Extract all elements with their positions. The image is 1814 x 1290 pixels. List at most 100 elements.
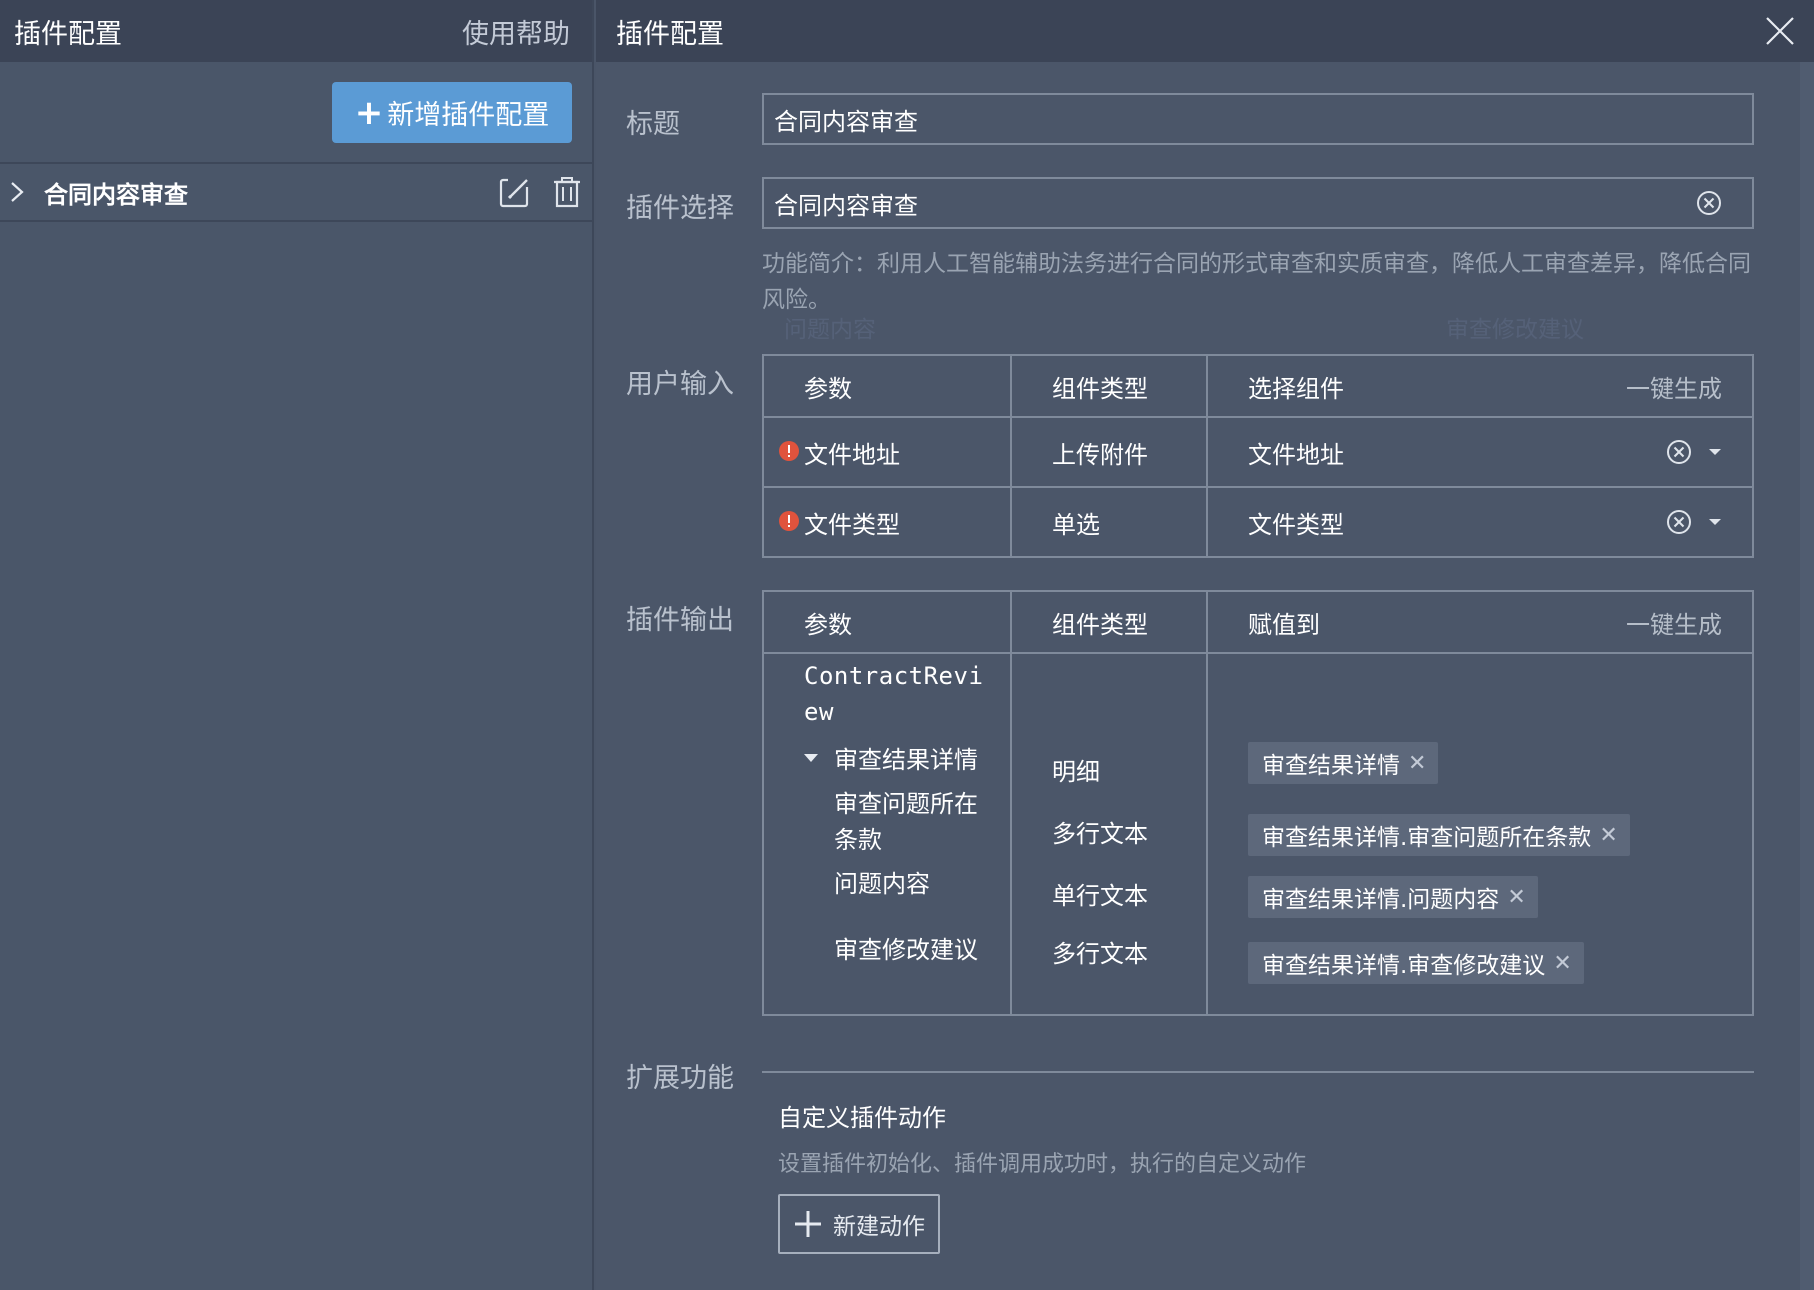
component-type: 多行文本 [1052,820,1148,848]
plugin-select-label: 插件选择 [626,193,734,224]
plus-icon: + [354,92,384,133]
column-header: 参数 [763,355,1012,418]
title-label: 标题 [626,109,680,140]
output-body-row: ContractRevi ew 审查结果详情 审查问题所在 条款 问题内容 审查… [763,653,1753,1015]
clear-icon[interactable] [1696,190,1722,216]
column-header-label: 赋值到 [1248,610,1320,639]
caret-down-icon[interactable] [1708,517,1722,527]
output-param-row: 问题内容 [834,864,930,899]
scrollbar[interactable] [1800,62,1814,1290]
output-assign-column: 审查结果详情 ✕ 审查结果详情.审查问题所在条款 ✕ 审查结果详情.问题内容 ✕… [1207,653,1753,1015]
output-param-column: ContractRevi ew 审查结果详情 审查问题所在 条款 问题内容 审查… [763,653,1012,1015]
title-input-value: 合同内容审查 [774,107,918,136]
new-action-button[interactable]: 新建动作 [778,1194,940,1254]
custom-action-title: 自定义插件动作 [778,1104,946,1132]
caret-down-icon[interactable] [1708,447,1722,457]
ghost-text: 审查修改建议 [1446,317,1584,343]
table-header-row: 参数 组件类型 赋值到 一键生成 [763,591,1753,654]
plugin-config-panel: 插件配置 标题 合同内容审查 插件选择 合同内容审查 功能简介：利用人工智能辅助… [596,0,1814,1290]
plugin-list-panel: 插件配置 使用帮助 + 新增插件配置 合同内容审查 [0,0,594,1290]
plugin-list-item[interactable]: 合同内容审查 [0,162,592,222]
component-type: 单行文本 [1052,882,1148,910]
assign-tag-label: 审查结果详情.问题内容 [1262,887,1500,913]
select-component-value: 文件类型 [1248,510,1344,539]
add-button-area: + 新增插件配置 [0,62,592,162]
output-root-param-line: ew [804,698,834,726]
select-component-value: 文件地址 [1248,440,1344,469]
close-icon[interactable] [1764,15,1796,47]
column-header: 选择组件 一键生成 [1207,355,1753,418]
output-param-name: 审查结果详情 [834,746,978,774]
assign-tag[interactable]: 审查结果详情.问题内容 ✕ [1248,876,1538,918]
required-icon [779,441,799,461]
output-param-row[interactable]: 审查结果详情 [804,740,978,775]
section-divider [762,1071,1754,1073]
left-panel-header: 插件配置 使用帮助 [0,0,592,62]
right-panel-header: 插件配置 [596,0,1814,62]
plugin-select-value: 合同内容审查 [774,191,918,220]
add-plugin-config-button[interactable]: + 新增插件配置 [332,82,572,143]
output-type-column: 明细 多行文本 单行文本 多行文本 [1011,653,1208,1015]
remove-tag-icon[interactable]: ✕ [1408,751,1426,776]
assign-tag-label: 审查结果详情.审查问题所在条款 [1262,825,1592,851]
ghost-text: 问题内容 [784,317,876,343]
assign-tag[interactable]: 审查结果详情.审查修改建议 ✕ [1248,942,1584,984]
column-header: 赋值到 一键生成 [1207,591,1753,654]
right-panel-title: 插件配置 [616,18,724,50]
help-link[interactable]: 使用帮助 [462,12,570,51]
component-type: 多行文本 [1052,940,1148,968]
left-panel-title: 插件配置 [14,18,122,50]
title-input[interactable]: 合同内容审查 [762,93,1754,145]
clear-icon[interactable] [1666,509,1692,535]
plugin-select[interactable]: 合同内容审查 [762,177,1754,229]
output-param-name: 问题内容 [834,870,930,898]
auto-generate-link[interactable]: 一键生成 [1626,605,1722,640]
param-name: 文件类型 [804,510,900,539]
table-header-row: 参数 组件类型 选择组件 一键生成 [763,355,1753,418]
param-cell: 文件地址 [763,417,1012,487]
output-root-param-line: ContractRevi [804,662,984,690]
component-type: 单选 [1011,486,1208,557]
trash-icon[interactable] [550,175,584,209]
param-name: 文件地址 [804,440,900,469]
plugin-output-label: 插件输出 [626,605,734,636]
table-row: 文件类型 单选 文件类型 [763,486,1753,557]
output-param-name-line: 审查问题所在 [834,790,978,818]
select-component[interactable]: 文件地址 [1207,417,1753,487]
assign-tag-label: 审查结果详情 [1262,753,1400,779]
clear-icon[interactable] [1666,439,1692,465]
column-header: 参数 [763,591,1012,654]
auto-generate-link[interactable]: 一键生成 [1626,369,1722,404]
required-icon [779,511,799,531]
plugin-description: 功能简介：利用人工智能辅助法务进行合同的形式审查和实质审查，降低人工审查差异，降… [762,251,1751,313]
component-type: 上传附件 [1011,417,1208,487]
new-action-label: 新建动作 [833,1214,925,1240]
output-param-name-line: 条款 [834,826,882,854]
assign-tag[interactable]: 审查结果详情 ✕ [1248,742,1439,784]
remove-tag-icon[interactable]: ✕ [1599,823,1617,848]
output-root-param: ContractRevi ew [804,658,983,730]
extension-label: 扩展功能 [626,1063,734,1094]
chevron-right-icon[interactable] [8,180,26,204]
output-param-row: 审查问题所在 条款 [834,786,978,858]
component-type: 明细 [1052,758,1100,786]
output-param-row: 审查修改建议 [834,930,978,965]
plugin-list-item-label: 合同内容审查 [44,180,188,209]
output-param-name: 审查修改建议 [834,936,978,964]
caret-down-icon[interactable] [804,753,818,763]
custom-action-description: 设置插件初始化、插件调用成功时，执行的自定义动作 [778,1152,1307,1177]
column-header: 组件类型 [1011,591,1208,654]
param-cell: 文件类型 [763,486,1012,557]
plus-icon [795,1211,821,1237]
add-plugin-config-label: 新增插件配置 [387,100,550,131]
plugin-output-table: 参数 组件类型 赋值到 一键生成 ContractRevi ew 审查结果详情 … [762,590,1754,1016]
user-input-label: 用户输入 [626,369,734,400]
edit-icon[interactable] [498,175,532,209]
remove-tag-icon[interactable]: ✕ [1553,951,1571,976]
select-component[interactable]: 文件类型 [1207,486,1753,557]
assign-tag[interactable]: 审查结果详情.审查问题所在条款 ✕ [1248,814,1630,856]
user-input-table: 参数 组件类型 选择组件 一键生成 文件地址 上传附件 文件地址 文件类型 单选… [762,354,1754,558]
column-header-label: 选择组件 [1248,374,1344,403]
remove-tag-icon[interactable]: ✕ [1507,885,1525,910]
assign-tag-label: 审查结果详情.审查修改建议 [1262,953,1546,979]
